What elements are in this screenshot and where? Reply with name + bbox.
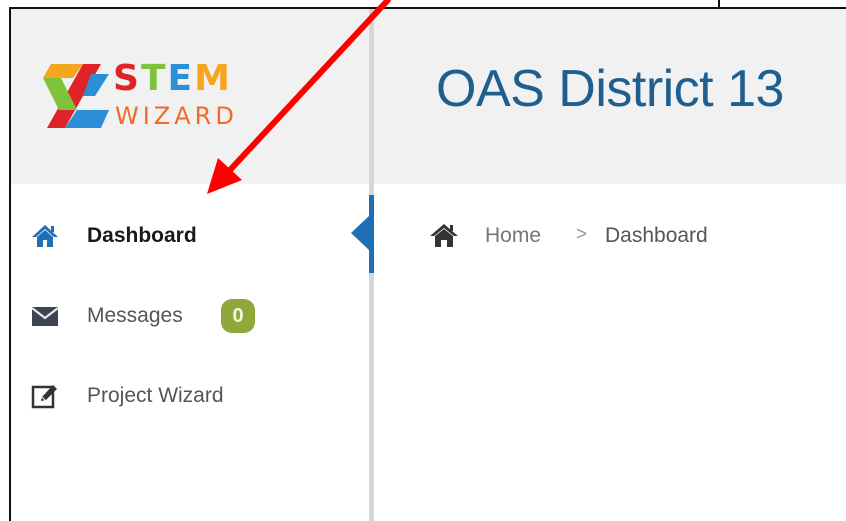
page-title: OAS District 13 <box>436 60 784 118</box>
sidebar-item-label: Dashboard <box>87 224 197 247</box>
sidebar-item-dashboard[interactable]: Dashboard <box>11 214 351 258</box>
home-icon <box>32 225 58 247</box>
messages-count-badge: 0 <box>221 299 255 333</box>
breadcrumb-separator: > <box>576 224 588 245</box>
sidebar: STEM WIZARD Dashboard Messages 0 Project… <box>11 9 371 521</box>
header: OAS District 13 <box>374 9 846 184</box>
logo-wizard-text: WIZARD <box>115 102 238 130</box>
logo-letter-e: E <box>167 58 195 99</box>
breadcrumb-current: Dashboard <box>605 224 708 247</box>
top-divider <box>718 0 720 7</box>
stem-wizard-logo-icon <box>43 64 109 128</box>
sidebar-item-label: Messages <box>87 304 183 327</box>
logo-letter-t: T <box>140 58 168 99</box>
app-frame: STEM WIZARD Dashboard Messages 0 Project… <box>9 7 846 521</box>
envelope-icon <box>31 307 59 326</box>
sidebar-item-label: Project Wizard <box>87 384 224 407</box>
logo-letter-m: M <box>194 58 232 99</box>
active-indicator <box>369 195 374 273</box>
breadcrumb-home-link[interactable]: Home <box>485 224 541 248</box>
logo-area[interactable]: STEM WIZARD <box>11 9 371 184</box>
sidebar-item-messages[interactable]: Messages 0 <box>11 294 351 338</box>
sidebar-collapse-caret-icon[interactable] <box>351 216 369 250</box>
edit-icon <box>31 385 57 409</box>
logo-stem-text: STEM <box>113 61 232 97</box>
logo-letter-s: S <box>113 58 141 99</box>
home-icon <box>430 224 458 247</box>
sidebar-item-project-wizard[interactable]: Project Wizard <box>11 374 351 418</box>
